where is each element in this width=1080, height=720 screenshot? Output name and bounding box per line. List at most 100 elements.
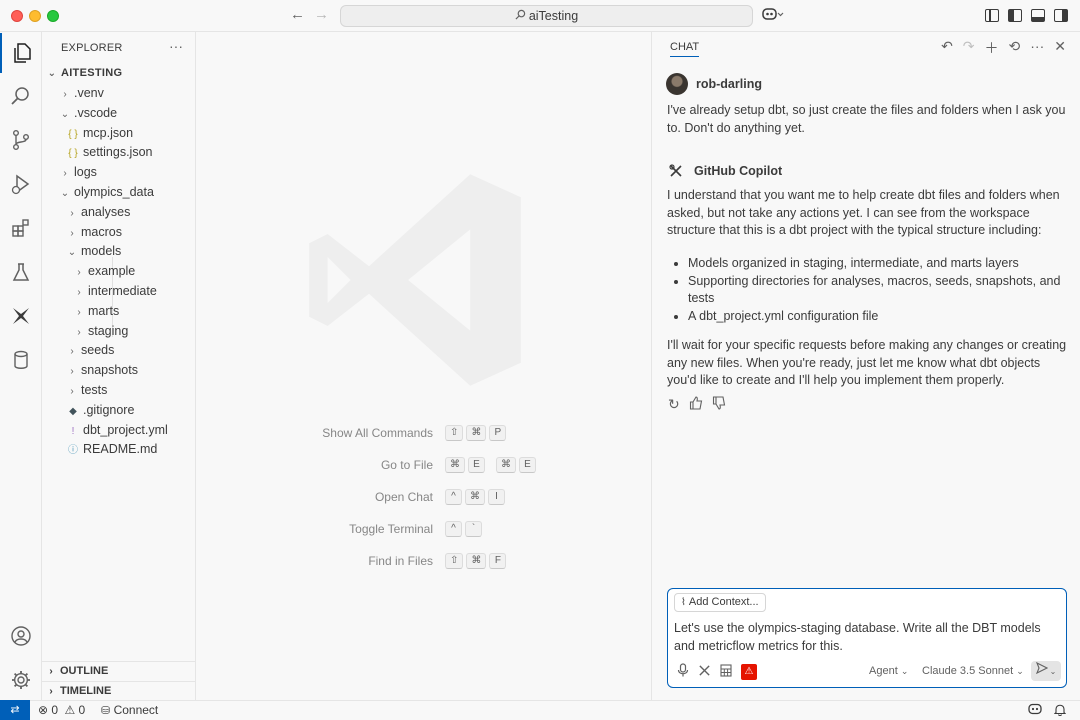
tree-item[interactable]: › staging	[42, 321, 196, 341]
model-picker[interactable]: Claude 3.5 Sonnet ⌄	[922, 665, 1024, 677]
tree-item[interactable]: › example	[42, 261, 196, 281]
close-window-button[interactable]	[11, 10, 23, 22]
tree-item[interactable]: › macros	[42, 222, 196, 242]
chat-input-box[interactable]: ⌇ Add Context... Let's use the olympics-s…	[667, 588, 1067, 688]
new-chat-icon[interactable]: ＋	[985, 38, 999, 58]
tree-item[interactable]: ⌄ olympics_data	[42, 182, 196, 202]
tree-item[interactable]: › .venv	[42, 83, 196, 103]
minimize-window-button[interactable]	[29, 10, 41, 22]
copilot-menu-icon[interactable]	[762, 7, 784, 24]
thumbs-down-icon[interactable]	[712, 396, 726, 413]
customize-layout-icon[interactable]	[985, 9, 999, 22]
history-icon[interactable]: ⟲	[1009, 38, 1021, 58]
search-icon[interactable]	[0, 76, 42, 116]
remote-indicator-icon[interactable]: ⇄	[0, 700, 30, 720]
chat-input-field[interactable]: Let's use the olympics-staging database.…	[674, 620, 1059, 655]
tree-item-label: analyses	[81, 204, 131, 219]
close-icon[interactable]: ✕	[1054, 38, 1066, 58]
accounts-icon[interactable]	[0, 616, 42, 656]
notifications-bell-icon[interactable]	[1053, 703, 1067, 719]
send-button[interactable]: ⌄	[1031, 661, 1061, 681]
shortcut-keys: ⌘ E ⌘ E	[445, 457, 536, 473]
tree-item[interactable]: › snapshots	[42, 360, 196, 380]
database-icon[interactable]	[0, 340, 42, 380]
command-center[interactable]: aiTesting	[340, 5, 753, 27]
activity-bar	[0, 32, 42, 700]
assistant-outro: I'll wait for your specific requests bef…	[667, 338, 1067, 387]
tree-item[interactable]: › analyses	[42, 202, 196, 222]
manage-gear-icon[interactable]	[0, 660, 42, 700]
tree-item[interactable]: ! dbt_project.yml	[42, 420, 196, 440]
retry-icon[interactable]: ↻	[668, 396, 680, 413]
tree-item[interactable]: ◆ .gitignore	[42, 400, 196, 420]
explorer-icon[interactable]	[0, 33, 42, 73]
shortcut-label: Toggle Terminal	[349, 522, 433, 536]
outline-section[interactable]: › OUTLINE	[42, 661, 196, 681]
shortcut-label: Go to File	[380, 458, 433, 472]
window-title: aiTesting	[528, 9, 579, 23]
explorer-sidebar: EXPLORER ··· ⌄ AITESTING › .venv ⌄ .vscode{…	[42, 32, 196, 700]
add-context-label: Add Context...	[688, 596, 759, 608]
go-back-icon[interactable]: ←	[290, 6, 305, 23]
source-control-icon[interactable]	[0, 120, 42, 160]
copilot-status-icon[interactable]	[1028, 703, 1042, 718]
add-context-button[interactable]: ⌇ Add Context...	[674, 593, 766, 612]
timeline-section[interactable]: › TIMELINE	[42, 681, 196, 701]
tree-item-label: .gitignore	[83, 402, 135, 417]
tree-item[interactable]: ⌄ .vscode	[42, 103, 196, 123]
undo-icon[interactable]: ↶	[941, 38, 953, 58]
tree-item-label: macros	[81, 224, 122, 239]
tree-item[interactable]: › tests	[42, 380, 196, 400]
problems-indicator[interactable]: ⊗ 0 ⚠ 0	[38, 703, 85, 717]
warning-icon: ⚠	[64, 703, 76, 717]
dbt-icon[interactable]	[0, 296, 42, 336]
keycap: ⌘	[466, 425, 487, 441]
toggle-panel-icon[interactable]	[1031, 9, 1045, 22]
more-icon[interactable]: ···	[1030, 38, 1044, 58]
go-forward-icon[interactable]: →	[314, 6, 329, 23]
warning-icon[interactable]: ⚠	[741, 663, 757, 680]
workspace-root[interactable]: ⌄ AITESTING	[42, 63, 196, 83]
database-icon: ⛁	[101, 705, 111, 717]
keycap: ⌘	[466, 553, 487, 569]
extensions-icon[interactable]	[0, 208, 42, 248]
warning-count: 0	[78, 703, 86, 717]
run-debug-icon[interactable]	[0, 164, 42, 204]
thumbs-up-icon[interactable]	[689, 396, 703, 413]
more-actions-icon[interactable]: ···	[169, 38, 183, 54]
user-name: rob-darling	[696, 77, 762, 91]
tree-item-label: .vscode	[74, 105, 118, 120]
tree-item[interactable]: › marts	[42, 301, 196, 321]
keycap: ^	[445, 489, 462, 505]
tools-icon[interactable]	[698, 664, 711, 680]
toggle-primary-sidebar-icon[interactable]	[1008, 9, 1022, 22]
testing-icon[interactable]	[0, 252, 42, 292]
keycap: `	[465, 521, 482, 537]
calculator-icon[interactable]	[720, 663, 732, 680]
mode-picker[interactable]: Agent ⌄	[869, 665, 908, 677]
tree-item[interactable]: ⌄ models	[42, 241, 196, 261]
zoom-window-button[interactable]	[47, 10, 59, 22]
keycap: E	[519, 457, 536, 473]
microphone-icon[interactable]	[677, 663, 689, 680]
tree-item-label: intermediate	[88, 284, 157, 298]
error-count: 0	[51, 703, 59, 717]
key-separator	[488, 457, 493, 473]
workspace-root-label: AITESTING	[60, 67, 123, 79]
tree-item[interactable]: › logs	[42, 162, 196, 182]
tree-item[interactable]: › seeds	[42, 340, 196, 360]
tab-chat[interactable]: CHAT	[670, 41, 700, 57]
tree-item[interactable]: { } settings.json	[42, 142, 196, 162]
shortcut-hint: Go to File	[250, 458, 433, 474]
shortcut-hint: Toggle Terminal	[250, 522, 433, 538]
toggle-secondary-sidebar-icon[interactable]	[1054, 9, 1068, 22]
tree-item-label: marts	[88, 303, 120, 318]
explorer-header: EXPLORER	[61, 42, 123, 54]
tree-item[interactable]: › intermediate	[42, 281, 196, 301]
tree-item-label: tests	[81, 383, 108, 397]
tree-item[interactable]: ⓘ README.md	[42, 439, 196, 459]
tree-item[interactable]: { } mcp.json	[42, 123, 196, 143]
redo-icon[interactable]: ↷	[963, 38, 975, 58]
connect-item[interactable]: ⛁ Connect	[101, 703, 158, 717]
chevron-down-icon: ⌄	[900, 666, 909, 676]
